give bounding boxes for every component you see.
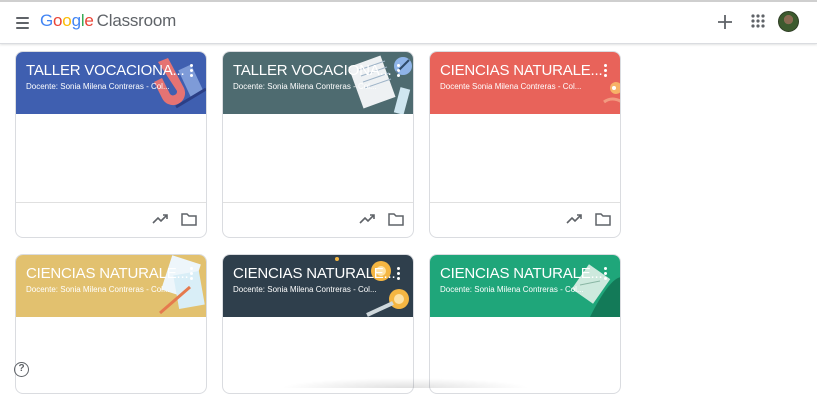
top-app-bar: Google Classroom (0, 0, 817, 44)
plus-icon[interactable] (715, 12, 735, 32)
trending-up-icon[interactable] (151, 210, 169, 228)
card-divider (16, 202, 206, 203)
more-vert-icon[interactable] (190, 267, 194, 281)
class-banner[interactable]: CIENCIAS NATURALE... Docente: Sonia Mile… (223, 255, 413, 317)
logo-letter: e (84, 11, 94, 30)
more-vert-icon[interactable] (397, 267, 401, 281)
class-title[interactable]: CIENCIAS NATURALE... (26, 265, 189, 282)
trending-up-icon[interactable] (565, 210, 583, 228)
class-card[interactable]: CIENCIAS NATURALE... Docente: Sonia Mile… (429, 254, 621, 394)
folder-icon[interactable] (594, 210, 612, 228)
more-vert-icon[interactable] (604, 64, 608, 78)
product-name: Classroom (96, 11, 177, 30)
class-teacher[interactable]: Docente: Sonia Milena Contreras - Col... (26, 82, 184, 91)
avatar[interactable] (778, 11, 799, 32)
hamburger-menu-icon[interactable] (12, 12, 34, 34)
top-border (0, 0, 817, 2)
class-title[interactable]: CIENCIAS NATURALE... (440, 265, 603, 282)
logo-letter: g (71, 11, 81, 30)
class-teacher[interactable]: Docente: Sonia Milena Contreras - Col... (440, 285, 598, 294)
app-logo[interactable]: Google Classroom (40, 11, 176, 31)
class-title[interactable]: CIENCIAS NATURALE... (440, 62, 603, 79)
logo-letter: o (62, 11, 72, 30)
logo-letter: G (40, 11, 54, 30)
class-banner[interactable]: CIENCIAS NATURALE... Docente: Sonia Mile… (430, 255, 620, 317)
class-title[interactable]: TALLER VOCACIONA... (26, 62, 185, 79)
class-teacher[interactable]: Docente: Sonia Milena Contreras - Col... (233, 285, 391, 294)
class-teacher[interactable]: Docente Sonia Milena Contreras - Col... (440, 82, 598, 91)
class-banner[interactable]: TALLER VOCACIONA... Docente: Sonia Milen… (223, 52, 413, 114)
bottom-shadow (280, 378, 530, 388)
class-banner[interactable]: CIENCIAS NATURALE... Docente Sonia Milen… (430, 52, 620, 114)
trending-up-icon[interactable] (358, 210, 376, 228)
apps-grid-icon[interactable] (750, 13, 766, 29)
class-teacher[interactable]: Docente: Sonia Milena Contreras - Col... (233, 82, 391, 91)
more-vert-icon[interactable] (190, 64, 194, 78)
card-divider (223, 202, 413, 203)
class-card[interactable]: TALLER VOCACIONA... Docente: Sonia Milen… (15, 51, 207, 238)
class-teacher[interactable]: Docente: Sonia Milena Contreras - Col... (26, 285, 184, 294)
class-banner[interactable]: CIENCIAS NATURALE... Docente: Sonia Mile… (16, 255, 206, 317)
more-vert-icon[interactable] (397, 64, 401, 78)
class-card[interactable]: CIENCIAS NATURALE... Docente Sonia Milen… (429, 51, 621, 238)
class-title[interactable]: CIENCIAS NATURALE... (233, 265, 396, 282)
class-title[interactable]: TALLER VOCACIONA... (233, 62, 392, 79)
folder-icon[interactable] (180, 210, 198, 228)
class-card[interactable]: TALLER VOCACIONA... Docente: Sonia Milen… (222, 51, 414, 238)
help-circle-icon[interactable]: ? (14, 362, 29, 377)
class-banner[interactable]: TALLER VOCACIONA... Docente: Sonia Milen… (16, 52, 206, 114)
class-card[interactable]: CIENCIAS NATURALE... Docente: Sonia Mile… (222, 254, 414, 394)
folder-icon[interactable] (387, 210, 405, 228)
class-card[interactable]: CIENCIAS NATURALE... Docente: Sonia Mile… (15, 254, 207, 394)
more-vert-icon[interactable] (604, 267, 608, 281)
card-divider (430, 202, 620, 203)
logo-letter: o (53, 11, 63, 30)
